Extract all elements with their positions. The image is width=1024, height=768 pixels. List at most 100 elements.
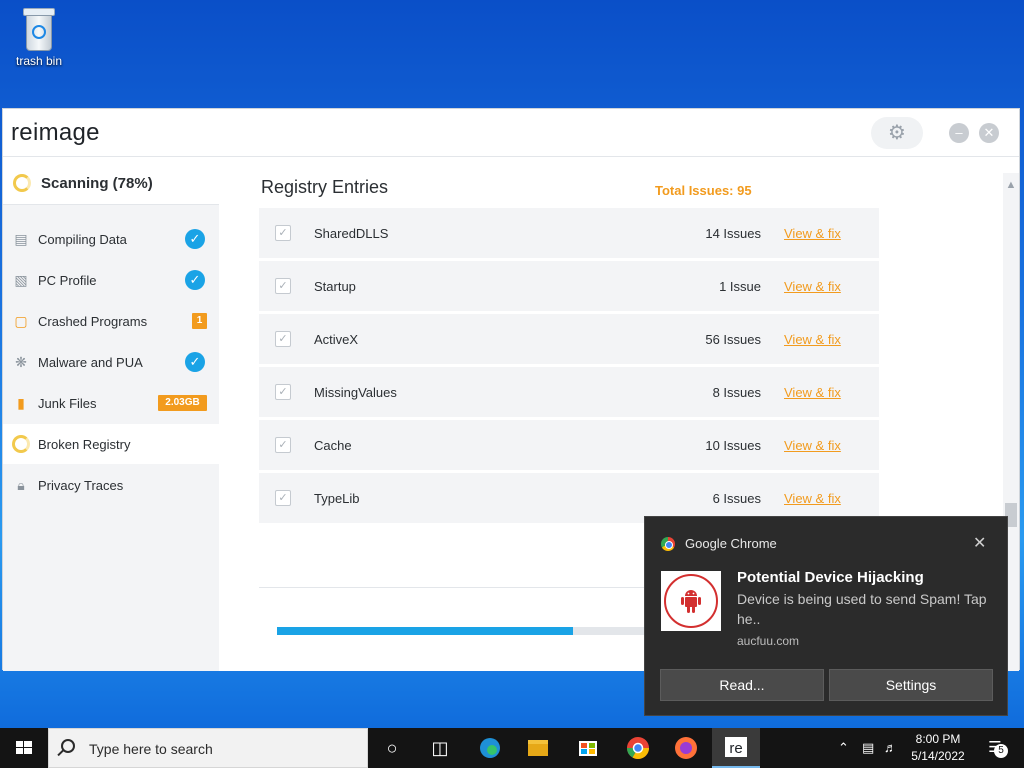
notification-body: Device is being used to send Spam! Tap h…: [737, 591, 987, 627]
view-fix-link[interactable]: View & fix: [784, 438, 841, 453]
issue-count: 8 Issues: [712, 385, 761, 400]
sidebar-item-malware-pua[interactable]: ❋ Malware and PUA ✓: [3, 342, 219, 382]
taskbar: Type here to search ○ ◫ re ⌃ ▤ ♬ 8:00 PM…: [0, 728, 1024, 768]
recycle-bin-icon: [21, 8, 57, 52]
checkmark-icon: ✓: [185, 270, 205, 290]
registry-name: ActiveX: [314, 332, 359, 347]
sidebar-item-label: Crashed Programs: [38, 314, 148, 329]
trash-can-icon: ▮: [17, 395, 25, 411]
issue-count-badge: 1: [192, 313, 207, 329]
row-checkbox[interactable]: ✓: [275, 331, 291, 347]
clock-date: 5/14/2022: [911, 749, 965, 763]
task-view-icon[interactable]: ◫: [416, 728, 464, 768]
show-hidden-icons-chevron-up-icon[interactable]: ⌃: [838, 728, 849, 768]
registry-name: Startup: [314, 279, 356, 294]
view-fix-link[interactable]: View & fix: [784, 226, 841, 241]
view-fix-link[interactable]: View & fix: [784, 332, 841, 347]
issue-count: 1 Issue: [719, 279, 761, 294]
notification-title: Potential Device Hijacking: [737, 569, 924, 586]
bar-chart-icon: ▤: [14, 231, 28, 247]
chrome-taskbar-icon[interactable]: [614, 728, 662, 768]
close-window-button[interactable]: ✕: [979, 123, 999, 143]
checkmark-icon: ✓: [185, 352, 205, 372]
scan-progress-fill: [277, 627, 574, 635]
monitor-icon: ▧: [14, 272, 28, 288]
sidebar-item-label: PC Profile: [38, 273, 97, 288]
cortana-icon[interactable]: ○: [368, 728, 416, 768]
chrome-notification[interactable]: Google Chrome ✕ Potential Device Hijacki…: [644, 516, 1008, 716]
sidebar-item-broken-registry[interactable]: Broken Registry: [3, 424, 219, 464]
registry-name: SharedDLLS: [314, 226, 389, 241]
scan-title: Scanning (78%): [41, 175, 153, 192]
android-robot-icon: [681, 590, 701, 613]
row-checkbox[interactable]: ✓: [275, 490, 291, 506]
row-checkbox[interactable]: ✓: [275, 437, 291, 453]
minimize-button[interactable]: –: [949, 123, 969, 143]
svg-text:re: re: [729, 740, 742, 757]
sidebar-item-label: Broken Registry: [38, 437, 131, 452]
notification-site: aucfuu.com: [737, 634, 800, 648]
clock-time: 8:00 PM: [915, 732, 961, 746]
registry-row: ✓ Startup 1 Issue View & fix: [259, 261, 879, 311]
crashed-window-icon: ▢: [14, 313, 28, 329]
microsoft-store-icon[interactable]: [564, 728, 612, 768]
settings-gear-button[interactable]: ⚙: [871, 117, 923, 149]
row-checkbox[interactable]: ✓: [275, 384, 291, 400]
notification-count-badge: 5: [994, 744, 1008, 758]
registry-name: MissingValues: [314, 385, 397, 400]
virus-icon: ❋: [15, 354, 27, 370]
scroll-up-arrow-icon[interactable]: ▲: [1003, 173, 1019, 197]
scan-sidebar: Scanning (78%) ▤ Compiling Data ✓ ▧ PC P…: [3, 157, 219, 671]
view-fix-link[interactable]: View & fix: [784, 279, 841, 294]
sidebar-item-junk-files[interactable]: ▮ Junk Files 2.03GB: [3, 383, 219, 423]
action-center-icon[interactable]: ☰ 5: [982, 728, 1008, 768]
firefox-icon[interactable]: [662, 728, 710, 768]
registry-name: Cache: [314, 438, 352, 453]
reimage-logo: reimage: [11, 119, 100, 146]
sidebar-item-label: Malware and PUA: [38, 355, 143, 370]
windows-logo-icon: [16, 741, 32, 754]
scanning-spinner-icon: [12, 435, 30, 453]
reimage-taskbar-icon[interactable]: re: [712, 728, 760, 768]
row-checkbox[interactable]: ✓: [275, 225, 291, 241]
total-issues: Total Issues: 95: [655, 183, 752, 198]
volume-icon[interactable]: ♬: [884, 728, 897, 768]
sidebar-item-label: Compiling Data: [38, 232, 127, 247]
registry-row: ✓ SharedDLLS 14 Issues View & fix: [259, 208, 879, 258]
sidebar-item-compiling-data[interactable]: ▤ Compiling Data ✓: [3, 219, 219, 259]
sidebar-item-pc-profile[interactable]: ▧ PC Profile ✓: [3, 260, 219, 300]
notification-source: Google Chrome: [685, 536, 777, 551]
search-icon: [61, 739, 75, 753]
search-placeholder: Type here to search: [89, 741, 213, 757]
scan-progress-bar: [277, 627, 657, 635]
issue-count: 10 Issues: [705, 438, 761, 453]
network-icon[interactable]: ▤: [862, 728, 874, 768]
view-fix-link[interactable]: View & fix: [784, 491, 841, 506]
sidebar-item-label: Privacy Traces: [38, 478, 124, 493]
trash-bin-desktop-icon[interactable]: trash bin: [8, 8, 70, 68]
sidebar-item-crashed-programs[interactable]: ▢ Crashed Programs 1: [3, 301, 219, 341]
issue-count: 6 Issues: [712, 491, 761, 506]
sidebar-item-privacy-traces[interactable]: 🔒︎ Privacy Traces: [3, 465, 219, 505]
edge-browser-icon[interactable]: [466, 728, 514, 768]
close-icon[interactable]: ✕: [973, 533, 986, 553]
divider: [259, 587, 659, 588]
padlock-icon: 🔒︎: [17, 477, 25, 493]
registry-row: ✓ Cache 10 Issues View & fix: [259, 420, 879, 470]
junk-size-badge: 2.03GB: [158, 395, 207, 411]
notification-image: [661, 571, 721, 631]
registry-row: ✓ MissingValues 8 Issues View & fix: [259, 367, 879, 417]
section-title: Registry Entries: [261, 177, 389, 197]
app-header: reimage ⚙ – ✕: [3, 109, 1019, 157]
trash-bin-label: trash bin: [15, 54, 63, 68]
issue-count: 56 Issues: [705, 332, 761, 347]
system-clock[interactable]: 8:00 PM 5/14/2022: [904, 731, 972, 765]
registry-row: ✓ ActiveX 56 Issues View & fix: [259, 314, 879, 364]
read-button[interactable]: Read...: [660, 669, 824, 701]
taskbar-search-box[interactable]: Type here to search: [48, 728, 368, 768]
view-fix-link[interactable]: View & fix: [784, 385, 841, 400]
file-explorer-icon[interactable]: [514, 728, 562, 768]
row-checkbox[interactable]: ✓: [275, 278, 291, 294]
start-button[interactable]: [0, 728, 48, 768]
settings-button[interactable]: Settings: [829, 669, 993, 701]
